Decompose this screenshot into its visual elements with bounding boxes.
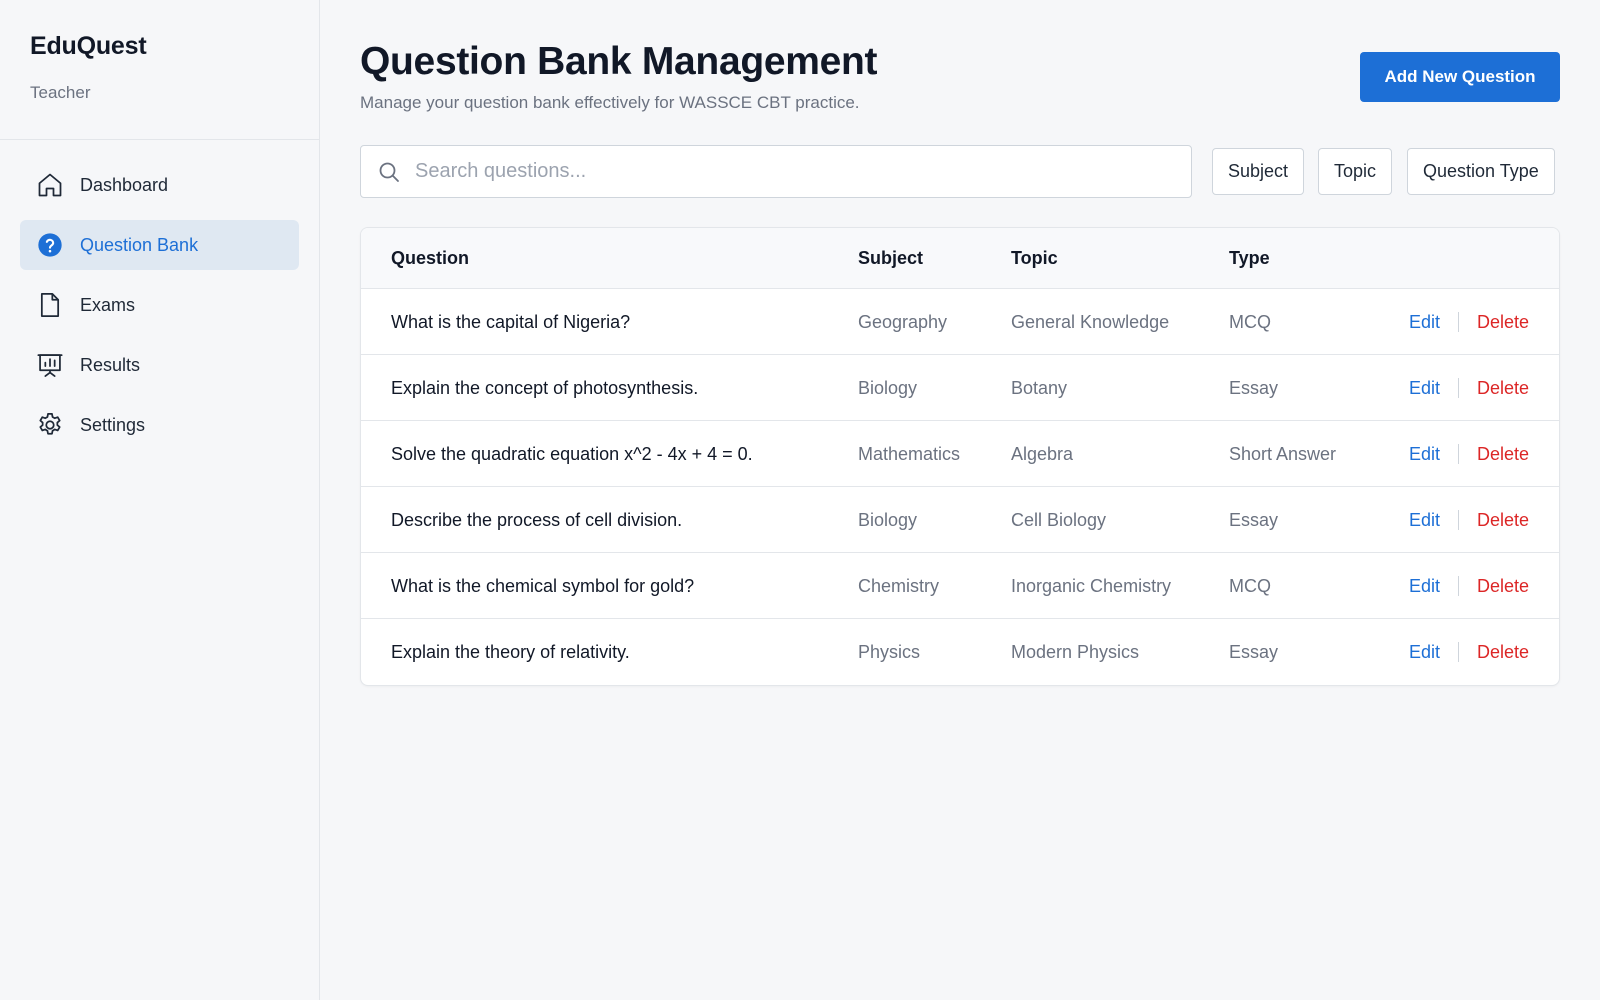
sidebar: EduQuest Teacher Dashboard Question Bank… bbox=[0, 0, 320, 1000]
sidebar-item-results[interactable]: Results bbox=[20, 340, 299, 390]
delete-link[interactable]: Delete bbox=[1477, 576, 1529, 597]
row-actions: Edit Delete bbox=[1409, 553, 1529, 619]
question-cell: Explain the theory of relativity. bbox=[391, 642, 630, 662]
filter-question-type-button[interactable]: Question Type bbox=[1407, 148, 1555, 195]
topic-cell: Cell Biology bbox=[1011, 510, 1107, 530]
table-row: Explain the theory of relativity. Physic… bbox=[361, 619, 1559, 685]
column-header-subject: Subject bbox=[858, 248, 924, 268]
action-divider bbox=[1457, 510, 1459, 530]
action-divider bbox=[1457, 444, 1459, 464]
questions-table: Question Subject Topic Type What is the … bbox=[360, 227, 1560, 686]
subject-cell: Mathematics bbox=[858, 444, 961, 464]
search-icon bbox=[379, 162, 399, 182]
add-new-question-button[interactable]: Add New Question bbox=[1360, 52, 1560, 102]
topic-cell: General Knowledge bbox=[1011, 312, 1170, 332]
table-row: Describe the process of cell division. B… bbox=[361, 487, 1559, 553]
search-bar bbox=[360, 145, 1192, 198]
sidebar-item-dashboard[interactable]: Dashboard bbox=[20, 160, 299, 210]
sidebar-item-label: Dashboard bbox=[80, 174, 169, 195]
home-icon bbox=[36, 171, 64, 199]
question-cell: Explain the concept of photosynthesis. bbox=[391, 378, 699, 398]
brand-name: EduQuest bbox=[30, 32, 147, 60]
edit-link[interactable]: Edit bbox=[1409, 576, 1440, 597]
delete-link[interactable]: Delete bbox=[1477, 510, 1529, 531]
delete-link[interactable]: Delete bbox=[1477, 378, 1529, 399]
action-divider bbox=[1457, 642, 1459, 662]
subject-cell: Geography bbox=[858, 312, 948, 332]
topic-cell: Inorganic Chemistry bbox=[1011, 576, 1172, 596]
column-header-topic: Topic bbox=[1011, 248, 1058, 268]
sidebar-item-question-bank[interactable]: Question Bank bbox=[20, 220, 299, 270]
column-header-type: Type bbox=[1229, 248, 1270, 268]
edit-link[interactable]: Edit bbox=[1409, 642, 1440, 663]
row-actions: Edit Delete bbox=[1409, 619, 1529, 685]
user-role: Teacher bbox=[30, 83, 91, 102]
table-row: Explain the concept of photosynthesis. B… bbox=[361, 355, 1559, 421]
action-divider bbox=[1457, 312, 1459, 332]
sidebar-item-settings[interactable]: Settings bbox=[20, 400, 299, 450]
search-input[interactable] bbox=[415, 160, 1191, 183]
delete-link[interactable]: Delete bbox=[1477, 642, 1529, 663]
page-subtitle: Manage your question bank effectively fo… bbox=[360, 93, 860, 112]
subject-cell: Physics bbox=[858, 642, 921, 662]
type-cell: Essay bbox=[1229, 642, 1279, 662]
question-cell: Describe the process of cell division. bbox=[391, 510, 683, 530]
sidebar-item-exams[interactable]: Exams bbox=[20, 280, 299, 330]
edit-link[interactable]: Edit bbox=[1409, 510, 1440, 531]
table-header: Question Subject Topic Type bbox=[361, 228, 1559, 289]
filter-subject-button[interactable]: Subject bbox=[1212, 148, 1305, 195]
brand-block: EduQuest Teacher bbox=[0, 0, 319, 140]
question-circle-icon bbox=[36, 231, 64, 259]
type-cell: Essay bbox=[1229, 378, 1279, 398]
type-cell: MCQ bbox=[1229, 312, 1271, 332]
type-cell: MCQ bbox=[1229, 576, 1271, 596]
column-header-question: Question bbox=[391, 248, 470, 268]
page-title: Question Bank Management bbox=[360, 40, 878, 83]
edit-link[interactable]: Edit bbox=[1409, 312, 1440, 333]
subject-cell: Chemistry bbox=[858, 576, 940, 596]
row-actions: Edit Delete bbox=[1409, 289, 1529, 355]
question-cell: What is the chemical symbol for gold? bbox=[391, 576, 695, 596]
edit-link[interactable]: Edit bbox=[1409, 378, 1440, 399]
sidebar-nav: Dashboard Question Bank Exams Results Se… bbox=[0, 140, 319, 480]
sidebar-item-label: Settings bbox=[80, 414, 146, 435]
subject-cell: Biology bbox=[858, 378, 918, 398]
sidebar-item-label: Results bbox=[80, 354, 141, 375]
table-row: Solve the quadratic equation x^2 - 4x + … bbox=[361, 421, 1559, 487]
type-cell: Essay bbox=[1229, 510, 1279, 530]
type-cell: Short Answer bbox=[1229, 444, 1337, 464]
table-row: What is the chemical symbol for gold? Ch… bbox=[361, 553, 1559, 619]
edit-link[interactable]: Edit bbox=[1409, 444, 1440, 465]
action-divider bbox=[1457, 378, 1459, 398]
topic-cell: Algebra bbox=[1011, 444, 1074, 464]
delete-link[interactable]: Delete bbox=[1477, 312, 1529, 333]
sidebar-item-label: Question Bank bbox=[80, 234, 199, 255]
document-icon bbox=[36, 291, 64, 319]
row-actions: Edit Delete bbox=[1409, 487, 1529, 553]
table-row: What is the capital of Nigeria? Geograph… bbox=[361, 289, 1559, 355]
filter-topic-button[interactable]: Topic bbox=[1318, 148, 1393, 195]
subject-cell: Biology bbox=[858, 510, 918, 530]
action-divider bbox=[1457, 576, 1459, 596]
presentation-chart-icon bbox=[36, 351, 64, 379]
row-actions: Edit Delete bbox=[1409, 421, 1529, 487]
delete-link[interactable]: Delete bbox=[1477, 444, 1529, 465]
topic-cell: Botany bbox=[1011, 378, 1068, 398]
gear-icon bbox=[36, 411, 64, 439]
sidebar-item-label: Exams bbox=[80, 294, 136, 315]
question-cell: Solve the quadratic equation x^2 - 4x + … bbox=[391, 444, 753, 464]
topic-cell: Modern Physics bbox=[1011, 642, 1140, 662]
row-actions: Edit Delete bbox=[1409, 355, 1529, 421]
question-cell: What is the capital of Nigeria? bbox=[391, 312, 631, 332]
